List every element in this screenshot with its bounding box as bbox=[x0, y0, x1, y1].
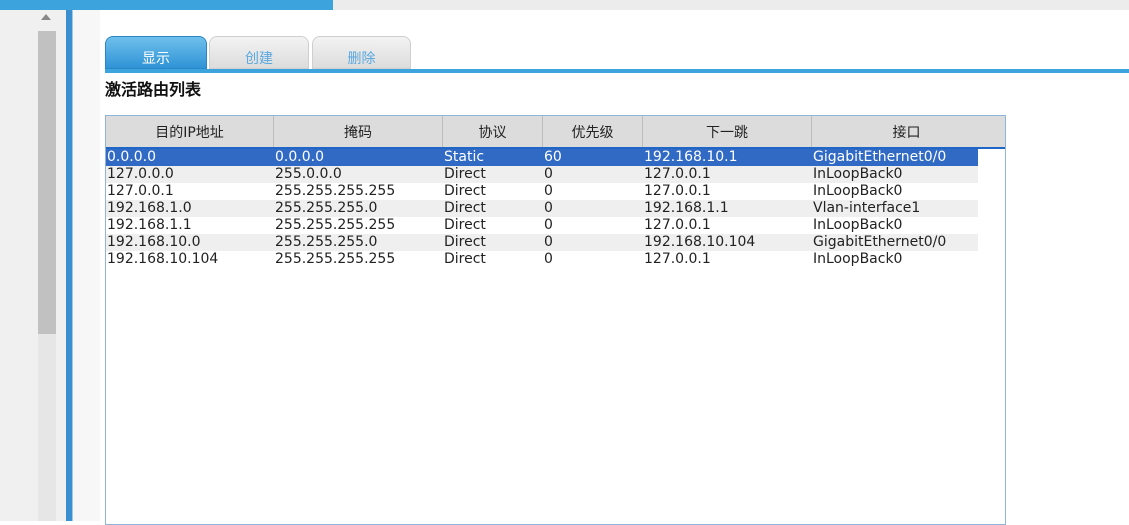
cell-mask: 0.0.0.0 bbox=[275, 149, 324, 165]
cell-interface: InLoopBack0 bbox=[813, 166, 903, 182]
cell-interface: GigabitEthernet0/0 bbox=[813, 149, 947, 165]
cell-priority: 0 bbox=[544, 251, 553, 267]
cell-next-hop: 127.0.0.1 bbox=[644, 251, 711, 267]
column-header-destination[interactable]: 目的IP地址 bbox=[106, 116, 274, 147]
route-table: 目的IP地址 掩码 协议 优先级 下一跳 接口 0.0.0.0 0.0.0.0 … bbox=[105, 115, 1006, 525]
cell-destination: 192.168.10.104 bbox=[107, 251, 219, 267]
column-header-priority[interactable]: 优先级 bbox=[543, 116, 643, 147]
cell-mask: 255.255.255.0 bbox=[275, 234, 378, 250]
cell-protocol: Direct bbox=[444, 217, 486, 233]
cell-protocol: Direct bbox=[444, 183, 486, 199]
cell-protocol: Static bbox=[444, 149, 485, 165]
cell-protocol: Direct bbox=[444, 166, 486, 182]
table-row[interactable]: 0.0.0.0 0.0.0.0 Static 60 192.168.10.1 G… bbox=[106, 149, 978, 166]
left-scrollbar-thumb[interactable] bbox=[38, 31, 56, 334]
cell-next-hop: 192.168.10.104 bbox=[644, 234, 756, 250]
column-header-mask[interactable]: 掩码 bbox=[274, 116, 443, 147]
table-body: 0.0.0.0 0.0.0.0 Static 60 192.168.10.1 G… bbox=[106, 149, 978, 268]
content-gutter bbox=[73, 10, 100, 521]
top-progress-strip bbox=[0, 0, 1129, 10]
cell-mask: 255.255.255.255 bbox=[275, 183, 396, 199]
cell-priority: 60 bbox=[544, 149, 562, 165]
cell-protocol: Direct bbox=[444, 234, 486, 250]
column-header-interface[interactable]: 接口 bbox=[812, 116, 1001, 147]
cell-destination: 192.168.1.1 bbox=[107, 217, 192, 233]
table-row[interactable]: 192.168.10.104 255.255.255.255 Direct 0 … bbox=[106, 251, 978, 268]
table-row[interactable]: 192.168.10.0 255.255.255.0 Direct 0 192.… bbox=[106, 234, 978, 251]
cell-priority: 0 bbox=[544, 217, 553, 233]
cell-next-hop: 192.168.1.1 bbox=[644, 200, 729, 216]
cell-interface: InLoopBack0 bbox=[813, 183, 903, 199]
top-progress-fill bbox=[0, 0, 333, 10]
cell-destination: 192.168.1.0 bbox=[107, 200, 192, 216]
cell-next-hop: 192.168.10.1 bbox=[644, 149, 738, 165]
table-row[interactable]: 192.168.1.1 255.255.255.255 Direct 0 127… bbox=[106, 217, 978, 234]
cell-interface: GigabitEthernet0/0 bbox=[813, 234, 947, 250]
cell-interface: InLoopBack0 bbox=[813, 217, 903, 233]
section-title: 激活路由列表 bbox=[105, 80, 202, 99]
cell-interface: InLoopBack0 bbox=[813, 251, 903, 267]
left-navigation-panel bbox=[0, 10, 66, 521]
table-row[interactable]: 192.168.1.0 255.255.255.0 Direct 0 192.1… bbox=[106, 200, 978, 217]
cell-destination: 192.168.10.0 bbox=[107, 234, 201, 250]
table-row[interactable]: 127.0.0.1 255.255.255.255 Direct 0 127.0… bbox=[106, 183, 978, 200]
cell-next-hop: 127.0.0.1 bbox=[644, 183, 711, 199]
tab-display[interactable]: 显示 bbox=[105, 36, 207, 69]
cell-next-hop: 127.0.0.1 bbox=[644, 217, 711, 233]
cell-mask: 255.0.0.0 bbox=[275, 166, 342, 182]
cell-interface: Vlan-interface1 bbox=[813, 200, 921, 216]
cell-mask: 255.255.255.255 bbox=[275, 217, 396, 233]
cell-mask: 255.255.255.0 bbox=[275, 200, 378, 216]
table-row[interactable]: 127.0.0.0 255.0.0.0 Direct 0 127.0.0.1 I… bbox=[106, 166, 978, 183]
column-header-next-hop[interactable]: 下一跳 bbox=[643, 116, 812, 147]
tab-create[interactable]: 创建 bbox=[209, 36, 309, 69]
cell-mask: 255.255.255.255 bbox=[275, 251, 396, 267]
table-header: 目的IP地址 掩码 协议 优先级 下一跳 接口 bbox=[106, 116, 1005, 149]
cell-protocol: Direct bbox=[444, 200, 486, 216]
cell-priority: 0 bbox=[544, 200, 553, 216]
tab-delete[interactable]: 删除 bbox=[312, 36, 411, 69]
cell-priority: 0 bbox=[544, 166, 553, 182]
cell-protocol: Direct bbox=[444, 251, 486, 267]
tab-underline bbox=[105, 69, 1129, 73]
cell-destination: 127.0.0.0 bbox=[107, 166, 174, 182]
cell-priority: 0 bbox=[544, 234, 553, 250]
panel-divider[interactable] bbox=[66, 10, 73, 521]
column-header-protocol[interactable]: 协议 bbox=[443, 116, 543, 147]
scroll-up-arrow-icon[interactable] bbox=[41, 14, 51, 20]
cell-destination: 127.0.0.1 bbox=[107, 183, 174, 199]
cell-priority: 0 bbox=[544, 183, 553, 199]
cell-next-hop: 127.0.0.1 bbox=[644, 166, 711, 182]
cell-destination: 0.0.0.0 bbox=[107, 149, 156, 165]
